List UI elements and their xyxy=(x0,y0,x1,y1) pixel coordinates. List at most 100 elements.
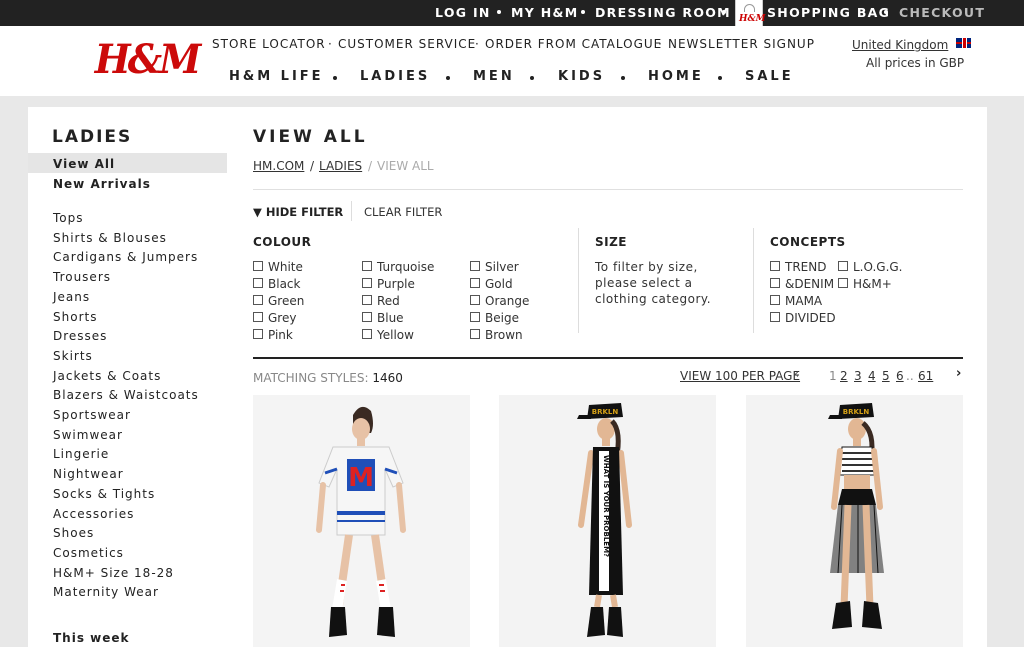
nav-sale[interactable]: SALE xyxy=(745,69,794,84)
sidebar-item-socks-tights[interactable]: Socks & Tights xyxy=(53,487,155,501)
colour-beige-option[interactable]: Beige xyxy=(470,311,519,325)
sidebar-item-trousers[interactable]: Trousers xyxy=(53,270,111,284)
colour-pink-option[interactable]: Pink xyxy=(253,328,293,342)
hide-filter-button[interactable]: ▼ HIDE FILTER xyxy=(253,205,343,219)
sidebar-item-this-week[interactable]: This week xyxy=(53,631,130,645)
dressing-room-link[interactable]: DRESSING ROOM xyxy=(595,0,731,26)
checkbox[interactable] xyxy=(470,261,480,271)
colour-grey-option[interactable]: Grey xyxy=(253,311,296,325)
checkbox[interactable] xyxy=(770,295,780,305)
colour-orange-option[interactable]: Orange xyxy=(470,294,529,308)
sidebar-item-nightwear[interactable]: Nightwear xyxy=(53,467,124,481)
sidebar-item-dresses[interactable]: Dresses xyxy=(53,329,107,343)
sidebar-item-lingerie[interactable]: Lingerie xyxy=(53,447,109,461)
nav-home[interactable]: HOME xyxy=(648,69,704,84)
sidebar-item-blazers-waistcoats[interactable]: Blazers & Waistcoats xyxy=(53,388,199,402)
checkbox[interactable] xyxy=(470,329,480,339)
hm-logo[interactable]: H&M xyxy=(95,36,202,83)
prev-page-icon[interactable]: ‹ xyxy=(794,367,799,382)
product-card[interactable]: BRKLN xyxy=(746,395,963,647)
sidebar-item-shirts-blouses[interactable]: Shirts & Blouses xyxy=(53,231,167,245)
shopping-bag-link[interactable]: SHOPPING BAG xyxy=(767,0,890,26)
nav-hm-life[interactable]: H&M LIFE xyxy=(229,69,324,84)
sidebar-item-shorts[interactable]: Shorts xyxy=(53,310,97,324)
colour-turquoise-option[interactable]: Turquoise xyxy=(362,260,434,274)
my-hm-link[interactable]: MY H&M xyxy=(511,0,578,26)
colour-gold-option[interactable]: Gold xyxy=(470,277,513,291)
sidebar-item-cardigans-jumpers[interactable]: Cardigans & Jumpers xyxy=(53,250,198,264)
checkbox[interactable] xyxy=(770,278,780,288)
colour-black-option[interactable]: Black xyxy=(253,277,300,291)
colour-purple-option[interactable]: Purple xyxy=(362,277,415,291)
colour-brown-option[interactable]: Brown xyxy=(470,328,523,342)
checkbox[interactable] xyxy=(770,261,780,271)
checkout-link[interactable]: CHECKOUT xyxy=(899,0,985,26)
checkbox[interactable] xyxy=(362,329,372,339)
view-per-page-link[interactable]: VIEW 100 PER PAGE xyxy=(680,369,800,383)
sidebar-item-swimwear[interactable]: Swimwear xyxy=(53,428,123,442)
product-card[interactable]: M xyxy=(253,395,470,647)
nav-ladies[interactable]: LADIES xyxy=(360,69,430,84)
concept-denim-option[interactable]: &DENIM xyxy=(770,277,834,291)
customer-service-link[interactable]: CUSTOMER SERVICE xyxy=(338,37,476,51)
concept-trend-option[interactable]: TREND xyxy=(770,260,826,274)
sidebar-item-jeans[interactable]: Jeans xyxy=(53,290,90,304)
concept-hm-plus-option[interactable]: H&M+ xyxy=(838,277,892,291)
separator-dot xyxy=(722,10,726,14)
checkbox[interactable] xyxy=(253,261,263,271)
next-page-icon[interactable]: › xyxy=(956,366,961,381)
colour-red-option[interactable]: Red xyxy=(362,294,400,308)
checkbox[interactable] xyxy=(253,329,263,339)
country-selector[interactable]: United Kingdom xyxy=(852,38,948,52)
concept-divided-option[interactable]: DIVIDED xyxy=(770,311,836,325)
sidebar-item-hm-plus[interactable]: H&M+ Size 18-28 xyxy=(53,566,174,580)
colour-white-option[interactable]: White xyxy=(253,260,303,274)
breadcrumb-ladies[interactable]: LADIES xyxy=(319,159,362,173)
checkbox[interactable] xyxy=(362,312,372,322)
page-2-link[interactable]: 2 xyxy=(840,369,848,383)
checkbox[interactable] xyxy=(838,261,848,271)
sidebar-item-sportswear[interactable]: Sportswear xyxy=(53,408,131,422)
checkbox[interactable] xyxy=(770,312,780,322)
checkbox[interactable] xyxy=(470,278,480,288)
login-link[interactable]: LOG IN xyxy=(435,0,491,26)
sidebar-item-new-arrivals[interactable]: New Arrivals xyxy=(53,177,151,191)
colour-green-option[interactable]: Green xyxy=(253,294,304,308)
sidebar-item-tops[interactable]: Tops xyxy=(53,211,84,225)
concept-logg-option[interactable]: L.O.G.G. xyxy=(838,260,903,274)
colour-yellow-option[interactable]: Yellow xyxy=(362,328,414,342)
sidebar-item-view-all[interactable]: View All xyxy=(53,157,115,171)
checkbox[interactable] xyxy=(253,295,263,305)
page-6-link[interactable]: 6 xyxy=(896,369,904,383)
product-card[interactable]: BRKLN WHAT IS YOUR PROBLEM? xyxy=(499,395,716,647)
checkbox[interactable] xyxy=(253,312,263,322)
checkbox[interactable] xyxy=(253,278,263,288)
page-4-link[interactable]: 4 xyxy=(868,369,876,383)
page-3-link[interactable]: 3 xyxy=(854,369,862,383)
sidebar-item-cosmetics[interactable]: Cosmetics xyxy=(53,546,124,560)
sidebar-item-maternity[interactable]: Maternity Wear xyxy=(53,585,159,599)
colour-silver-option[interactable]: Silver xyxy=(470,260,519,274)
nav-kids[interactable]: KIDS xyxy=(558,69,605,84)
checkbox[interactable] xyxy=(362,261,372,271)
nav-men[interactable]: MEN xyxy=(473,69,515,84)
checkbox[interactable] xyxy=(838,278,848,288)
concept-mama-option[interactable]: MAMA xyxy=(770,294,822,308)
order-catalogue-link[interactable]: ORDER FROM CATALOGUE xyxy=(485,37,662,51)
checkbox[interactable] xyxy=(470,295,480,305)
sidebar-item-accessories[interactable]: Accessories xyxy=(53,507,134,521)
colour-blue-option[interactable]: Blue xyxy=(362,311,404,325)
sidebar-item-shoes[interactable]: Shoes xyxy=(53,526,94,540)
checkbox[interactable] xyxy=(470,312,480,322)
sidebar-item-skirts[interactable]: Skirts xyxy=(53,349,93,363)
clear-filter-button[interactable]: CLEAR FILTER xyxy=(364,205,442,219)
checkbox[interactable] xyxy=(362,295,372,305)
uk-flag-icon[interactable] xyxy=(956,38,971,48)
sidebar-item-jackets-coats[interactable]: Jackets & Coats xyxy=(53,369,161,383)
page-5-link[interactable]: 5 xyxy=(882,369,890,383)
newsletter-signup-link[interactable]: NEWSLETTER SIGNUP xyxy=(668,37,815,51)
page-61-link[interactable]: 61 xyxy=(918,369,933,383)
breadcrumb-hm[interactable]: HM.COM xyxy=(253,159,304,173)
checkbox[interactable] xyxy=(362,278,372,288)
store-locator-link[interactable]: STORE LOCATOR xyxy=(212,37,326,51)
